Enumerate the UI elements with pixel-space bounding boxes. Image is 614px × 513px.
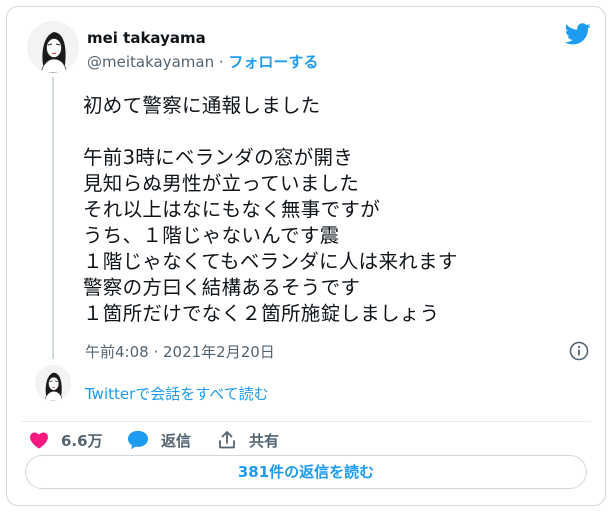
- tweet-card: mei takayama @meitakayaman · フォローする 初めて警…: [6, 6, 606, 506]
- tweet-line: 午前3時にベランダの窓が開き: [83, 146, 354, 169]
- info-icon[interactable]: [569, 341, 589, 361]
- reply-button[interactable]: 返信: [127, 427, 191, 453]
- heart-icon: [30, 432, 48, 449]
- tweet-text: 初めて警察に通報しました 午前3時にベランダの窓が開き 見知らぬ男性が立っていま…: [83, 93, 583, 327]
- avatar-illustration: [27, 21, 79, 73]
- tweet-line: １階じゃなくてもベランダに人は来れます: [83, 250, 458, 273]
- share-icon: [219, 431, 235, 449]
- divider: [21, 421, 591, 422]
- tweet-line: 警察の方曰く結構あるそうです: [83, 276, 361, 299]
- read-replies-button[interactable]: 381件の返信を読む: [25, 455, 587, 489]
- read-conversation-link[interactable]: Twitterで会話をすべて読む: [85, 383, 269, 404]
- share-button[interactable]: 共有: [217, 427, 279, 453]
- like-count: 6.6万: [61, 431, 103, 450]
- reply-label: 返信: [161, 431, 192, 450]
- reply-bubble-icon: [128, 430, 148, 450]
- tweet-line: 初めて警察に通報しました: [83, 94, 321, 117]
- like-button[interactable]: 6.6万: [29, 427, 103, 453]
- tweet-line: それ以上はなにもなく無事ですが: [83, 198, 381, 221]
- thread-line: [52, 77, 54, 359]
- separator: ·: [218, 53, 224, 71]
- author-handle[interactable]: @meitakayaman: [87, 53, 214, 71]
- tweet-line: 見知らぬ男性が立っていました: [83, 172, 360, 195]
- tweet-line: [83, 119, 583, 145]
- avatar-illustration: [35, 365, 71, 401]
- avatar[interactable]: [27, 21, 79, 73]
- twitter-bird-icon[interactable]: [564, 23, 591, 45]
- tweet-line: うち、１階じゃないんです震: [83, 224, 340, 247]
- author-handle-row: @meitakayaman · フォローする: [87, 51, 318, 72]
- follow-button[interactable]: フォローする: [228, 53, 318, 71]
- tweet-line: １箇所だけでなく２箇所施錠しましょう: [83, 302, 440, 325]
- share-label: 共有: [249, 431, 280, 450]
- author-name[interactable]: mei takayama: [87, 29, 206, 47]
- avatar-small[interactable]: [35, 365, 71, 401]
- timestamp[interactable]: 午前4:08 · 2021年2月20日: [85, 341, 275, 362]
